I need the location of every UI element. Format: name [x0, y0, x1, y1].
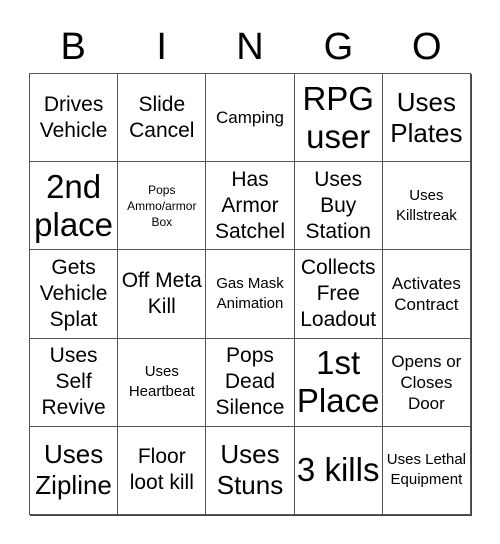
cell-text: 1st Place — [296, 344, 380, 420]
bingo-cell[interactable]: Uses Self Revive — [30, 338, 119, 427]
cell-text: Off Meta Kill — [121, 268, 202, 318]
cell-text: 2nd place — [34, 167, 114, 243]
bingo-cell[interactable]: RPG user — [294, 74, 383, 163]
bingo-cell[interactable]: Uses Zipline — [30, 426, 119, 515]
bingo-cell[interactable]: Uses Heartbeat — [118, 338, 207, 427]
bingo-cell[interactable]: Camping — [206, 74, 295, 163]
bingo-cell[interactable]: Uses Stuns — [206, 426, 295, 515]
bingo-cell[interactable]: Off Meta Kill — [118, 250, 207, 339]
bingo-cell[interactable]: Activates Contract — [382, 250, 471, 339]
bingo-cell[interactable]: Uses Plates — [382, 74, 471, 163]
cell-text: Slide Cancel — [129, 92, 195, 142]
bingo-cell[interactable]: Has Armor Satchel — [206, 162, 295, 251]
bingo-cell[interactable]: 2nd place — [30, 162, 119, 251]
cell-text: 3 kills — [296, 451, 380, 489]
cell-text: Pops Ammo/armor Box — [127, 182, 197, 229]
bingo-cell[interactable]: 1st Place — [294, 338, 383, 427]
cell-text: Camping — [215, 108, 285, 128]
bingo-grid: Drives Vehicle Slide Cancel Camping RPG … — [29, 73, 471, 515]
bingo-cell[interactable]: Pops Ammo/armor Box — [118, 162, 207, 251]
cell-text: Uses Zipline — [35, 439, 112, 501]
cell-text: Uses Buy Station — [305, 167, 371, 243]
cell-text: Uses Lethal Equipment — [386, 451, 466, 489]
bingo-cell[interactable]: Gas Mask Animation — [206, 250, 295, 339]
bingo-cell[interactable]: Floor loot kill — [118, 426, 207, 515]
header-letter-g: G — [323, 26, 354, 68]
bingo-cell[interactable]: Slide Cancel — [118, 74, 207, 163]
header-letter-n: N — [236, 26, 264, 68]
cell-text: RPG user — [302, 79, 374, 155]
cell-text: Pops Dead Silence — [215, 344, 285, 420]
cell-text: Has Armor Satchel — [214, 167, 286, 243]
bingo-header: B I N G O — [29, 22, 471, 72]
bingo-cell[interactable]: Uses Lethal Equipment — [382, 426, 471, 515]
cell-text: Gas Mask Animation — [216, 274, 284, 312]
cell-text: Floor loot kill — [129, 445, 194, 495]
cell-text: Gets Vehicle Splat — [39, 255, 108, 331]
cell-text: Uses Killstreak — [395, 186, 457, 224]
bingo-cell[interactable]: Pops Dead Silence — [206, 338, 295, 427]
bingo-cell[interactable]: 3 kills — [294, 426, 383, 515]
cell-text: Uses Stuns — [216, 439, 284, 501]
bingo-cell[interactable]: Opens or Closes Door — [382, 338, 471, 427]
cell-text: Uses Self Revive — [41, 344, 106, 420]
cell-text: Collects Free Loadout — [300, 255, 377, 331]
header-letter-o: O — [412, 26, 442, 68]
bingo-cell[interactable]: Gets Vehicle Splat — [30, 250, 119, 339]
cell-text: Uses Heartbeat — [128, 363, 195, 401]
cell-text: Activates Contract — [391, 273, 461, 314]
bingo-cell[interactable]: Uses Killstreak — [382, 162, 471, 251]
header-letter-i: I — [156, 26, 167, 68]
bingo-cell[interactable]: Uses Buy Station — [294, 162, 383, 251]
cell-text: Opens or Closes Door — [391, 351, 462, 413]
cell-text: Uses Plates — [390, 86, 463, 148]
bingo-cell[interactable]: Collects Free Loadout — [294, 250, 383, 339]
cell-text: Drives Vehicle — [39, 92, 108, 142]
header-letter-b: B — [60, 26, 86, 68]
bingo-cell[interactable]: Drives Vehicle — [30, 74, 119, 163]
